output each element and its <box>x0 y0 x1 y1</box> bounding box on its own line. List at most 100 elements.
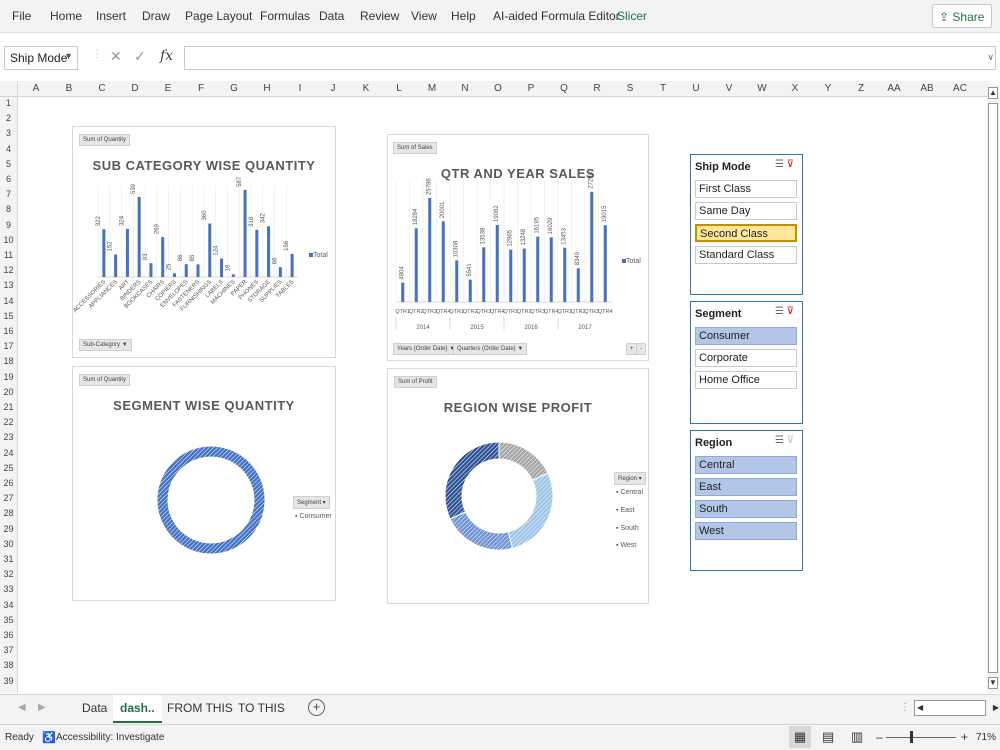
column-header-r[interactable]: R <box>580 83 614 94</box>
row-header-19[interactable]: 19 <box>0 372 17 382</box>
horizontal-scrollbar[interactable]: ◀ ▶ <box>914 700 999 716</box>
filter-button-sub-category[interactable]: Sub-Category ▼ <box>79 339 132 351</box>
select-all-corner[interactable] <box>0 81 18 97</box>
slicer-item-central[interactable]: Central <box>695 456 797 474</box>
row-header-11[interactable]: 11 <box>0 250 17 260</box>
clear-filter-icon[interactable]: ⊽ <box>787 159 794 170</box>
accessibility-icon[interactable]: ♿ <box>42 731 56 744</box>
menu-data[interactable]: Data <box>319 9 344 23</box>
multi-select-icon[interactable]: ☰ <box>775 159 784 170</box>
menu-insert[interactable]: Insert <box>96 9 126 23</box>
scroll-up-icon[interactable]: ▲ <box>988 87 998 99</box>
column-header-x[interactable]: X <box>778 83 812 94</box>
share-button[interactable]: ⇪ Share <box>932 4 992 28</box>
worksheet-grid[interactable]: Sum of Quantity SUB CATEGORY WISE QUANTI… <box>19 97 986 693</box>
chevron-down-icon[interactable]: ▼ <box>64 51 73 61</box>
menu-review[interactable]: Review <box>360 9 399 23</box>
slicer-item-same-day[interactable]: Same Day <box>695 202 797 220</box>
slicer-item-second-class[interactable]: Second Class <box>695 224 797 242</box>
row-header-38[interactable]: 38 <box>0 660 17 670</box>
column-header-e[interactable]: E <box>151 83 185 94</box>
column-header-q[interactable]: Q <box>547 83 581 94</box>
row-header-29[interactable]: 29 <box>0 524 17 534</box>
column-header-ac[interactable]: AC <box>943 83 977 94</box>
menu-file[interactable]: File <box>12 9 31 23</box>
page-break-view-icon[interactable]: ▥ <box>851 729 863 745</box>
column-header-y[interactable]: Y <box>811 83 845 94</box>
zoom-in-icon[interactable]: + <box>961 730 968 744</box>
expand-formula-icon[interactable]: ∨ <box>987 52 994 63</box>
row-header-30[interactable]: 30 <box>0 539 17 549</box>
filter-button-years[interactable]: Years (Order Date) ▼ <box>393 343 460 355</box>
clear-filter-icon[interactable]: ⊽ <box>787 435 794 446</box>
column-header-u[interactable]: U <box>679 83 713 94</box>
row-header-31[interactable]: 31 <box>0 554 17 564</box>
row-header-6[interactable]: 6 <box>0 174 17 184</box>
normal-view-icon[interactable]: ▦ <box>789 726 811 748</box>
column-header-z[interactable]: Z <box>844 83 878 94</box>
column-header-i[interactable]: I <box>283 83 317 94</box>
tab-next-icon[interactable]: ▶ <box>38 702 46 713</box>
row-header-13[interactable]: 13 <box>0 280 17 290</box>
column-header-l[interactable]: L <box>382 83 416 94</box>
zoom-level[interactable]: 71% <box>976 732 996 743</box>
legend-button-segment[interactable]: Segment ▾ <box>293 496 330 509</box>
slicer-ship-mode[interactable]: Ship Mode ☰ ⊽ First Class Same Day Secon… <box>690 154 803 295</box>
slicer-item-corporate[interactable]: Corporate <box>695 349 797 367</box>
row-header-32[interactable]: 32 <box>0 569 17 579</box>
row-header-18[interactable]: 18 <box>0 356 17 366</box>
cancel-icon[interactable]: ✕ <box>110 48 122 65</box>
menu-slicer[interactable]: Slicer <box>617 9 647 23</box>
filter-button-quarters[interactable]: Quarters (Order Date) ▼ <box>453 343 528 355</box>
row-header-22[interactable]: 22 <box>0 417 17 427</box>
slicer-item-standard-class[interactable]: Standard Class <box>695 246 797 264</box>
row-header-10[interactable]: 10 <box>0 235 17 245</box>
row-header-39[interactable]: 39 <box>0 676 17 686</box>
column-header-j[interactable]: J <box>316 83 350 94</box>
slicer-item-first-class[interactable]: First Class <box>695 180 797 198</box>
row-header-33[interactable]: 33 <box>0 584 17 594</box>
slicer-item-west[interactable]: West <box>695 522 797 540</box>
clear-filter-icon[interactable]: ⊽ <box>787 306 794 317</box>
column-header-v[interactable]: V <box>712 83 746 94</box>
menu-view[interactable]: View <box>411 9 437 23</box>
confirm-icon[interactable]: ✓ <box>134 48 146 65</box>
zoom-slider-thumb[interactable] <box>910 731 913 743</box>
scroll-right-icon[interactable]: ▶ <box>993 703 999 712</box>
more-options-icon[interactable]: ⋮ <box>900 702 910 713</box>
row-header-12[interactable]: 12 <box>0 265 17 275</box>
column-header-f[interactable]: F <box>184 83 218 94</box>
tab-from-this[interactable]: FROM THIS <box>167 701 233 715</box>
scroll-thumb[interactable] <box>988 103 998 673</box>
column-header-o[interactable]: O <box>481 83 515 94</box>
row-header-5[interactable]: 5 <box>0 159 17 169</box>
formula-input[interactable] <box>184 46 996 70</box>
row-header-15[interactable]: 15 <box>0 311 17 321</box>
row-header-28[interactable]: 28 <box>0 508 17 518</box>
column-header-g[interactable]: G <box>217 83 251 94</box>
row-header-9[interactable]: 9 <box>0 220 17 230</box>
column-header-w[interactable]: W <box>745 83 779 94</box>
zoom-out-icon[interactable]: – <box>876 730 883 744</box>
subcategory-chart[interactable]: Sum of Quantity SUB CATEGORY WISE QUANTI… <box>72 126 336 358</box>
row-header-8[interactable]: 8 <box>0 204 17 214</box>
slicer-item-consumer[interactable]: Consumer <box>695 327 797 345</box>
collapse-field-button[interactable]: - <box>636 343 646 355</box>
menu-draw[interactable]: Draw <box>142 9 170 23</box>
row-header-14[interactable]: 14 <box>0 296 17 306</box>
tab-to-this[interactable]: TO THIS <box>238 701 285 715</box>
column-header-n[interactable]: N <box>448 83 482 94</box>
row-header-17[interactable]: 17 <box>0 341 17 351</box>
menu-ai-formula-editor[interactable]: AI-aided Formula Editor <box>493 9 620 23</box>
slicer-item-south[interactable]: South <box>695 500 797 518</box>
slicer-segment[interactable]: Segment ☰ ⊽ Consumer Corporate Home Offi… <box>690 301 803 424</box>
row-header-25[interactable]: 25 <box>0 463 17 473</box>
column-header-ab[interactable]: AB <box>910 83 944 94</box>
row-header-1[interactable]: 1 <box>0 98 17 108</box>
qtr-year-sales-chart[interactable]: Sum of Sales QTR AND YEAR SALES 4804 QTR1… <box>387 134 649 361</box>
column-header-t[interactable]: T <box>646 83 680 94</box>
row-header-36[interactable]: 36 <box>0 630 17 640</box>
insert-function-icon[interactable]: fx <box>160 48 173 64</box>
column-header-m[interactable]: M <box>415 83 449 94</box>
row-header-35[interactable]: 35 <box>0 615 17 625</box>
